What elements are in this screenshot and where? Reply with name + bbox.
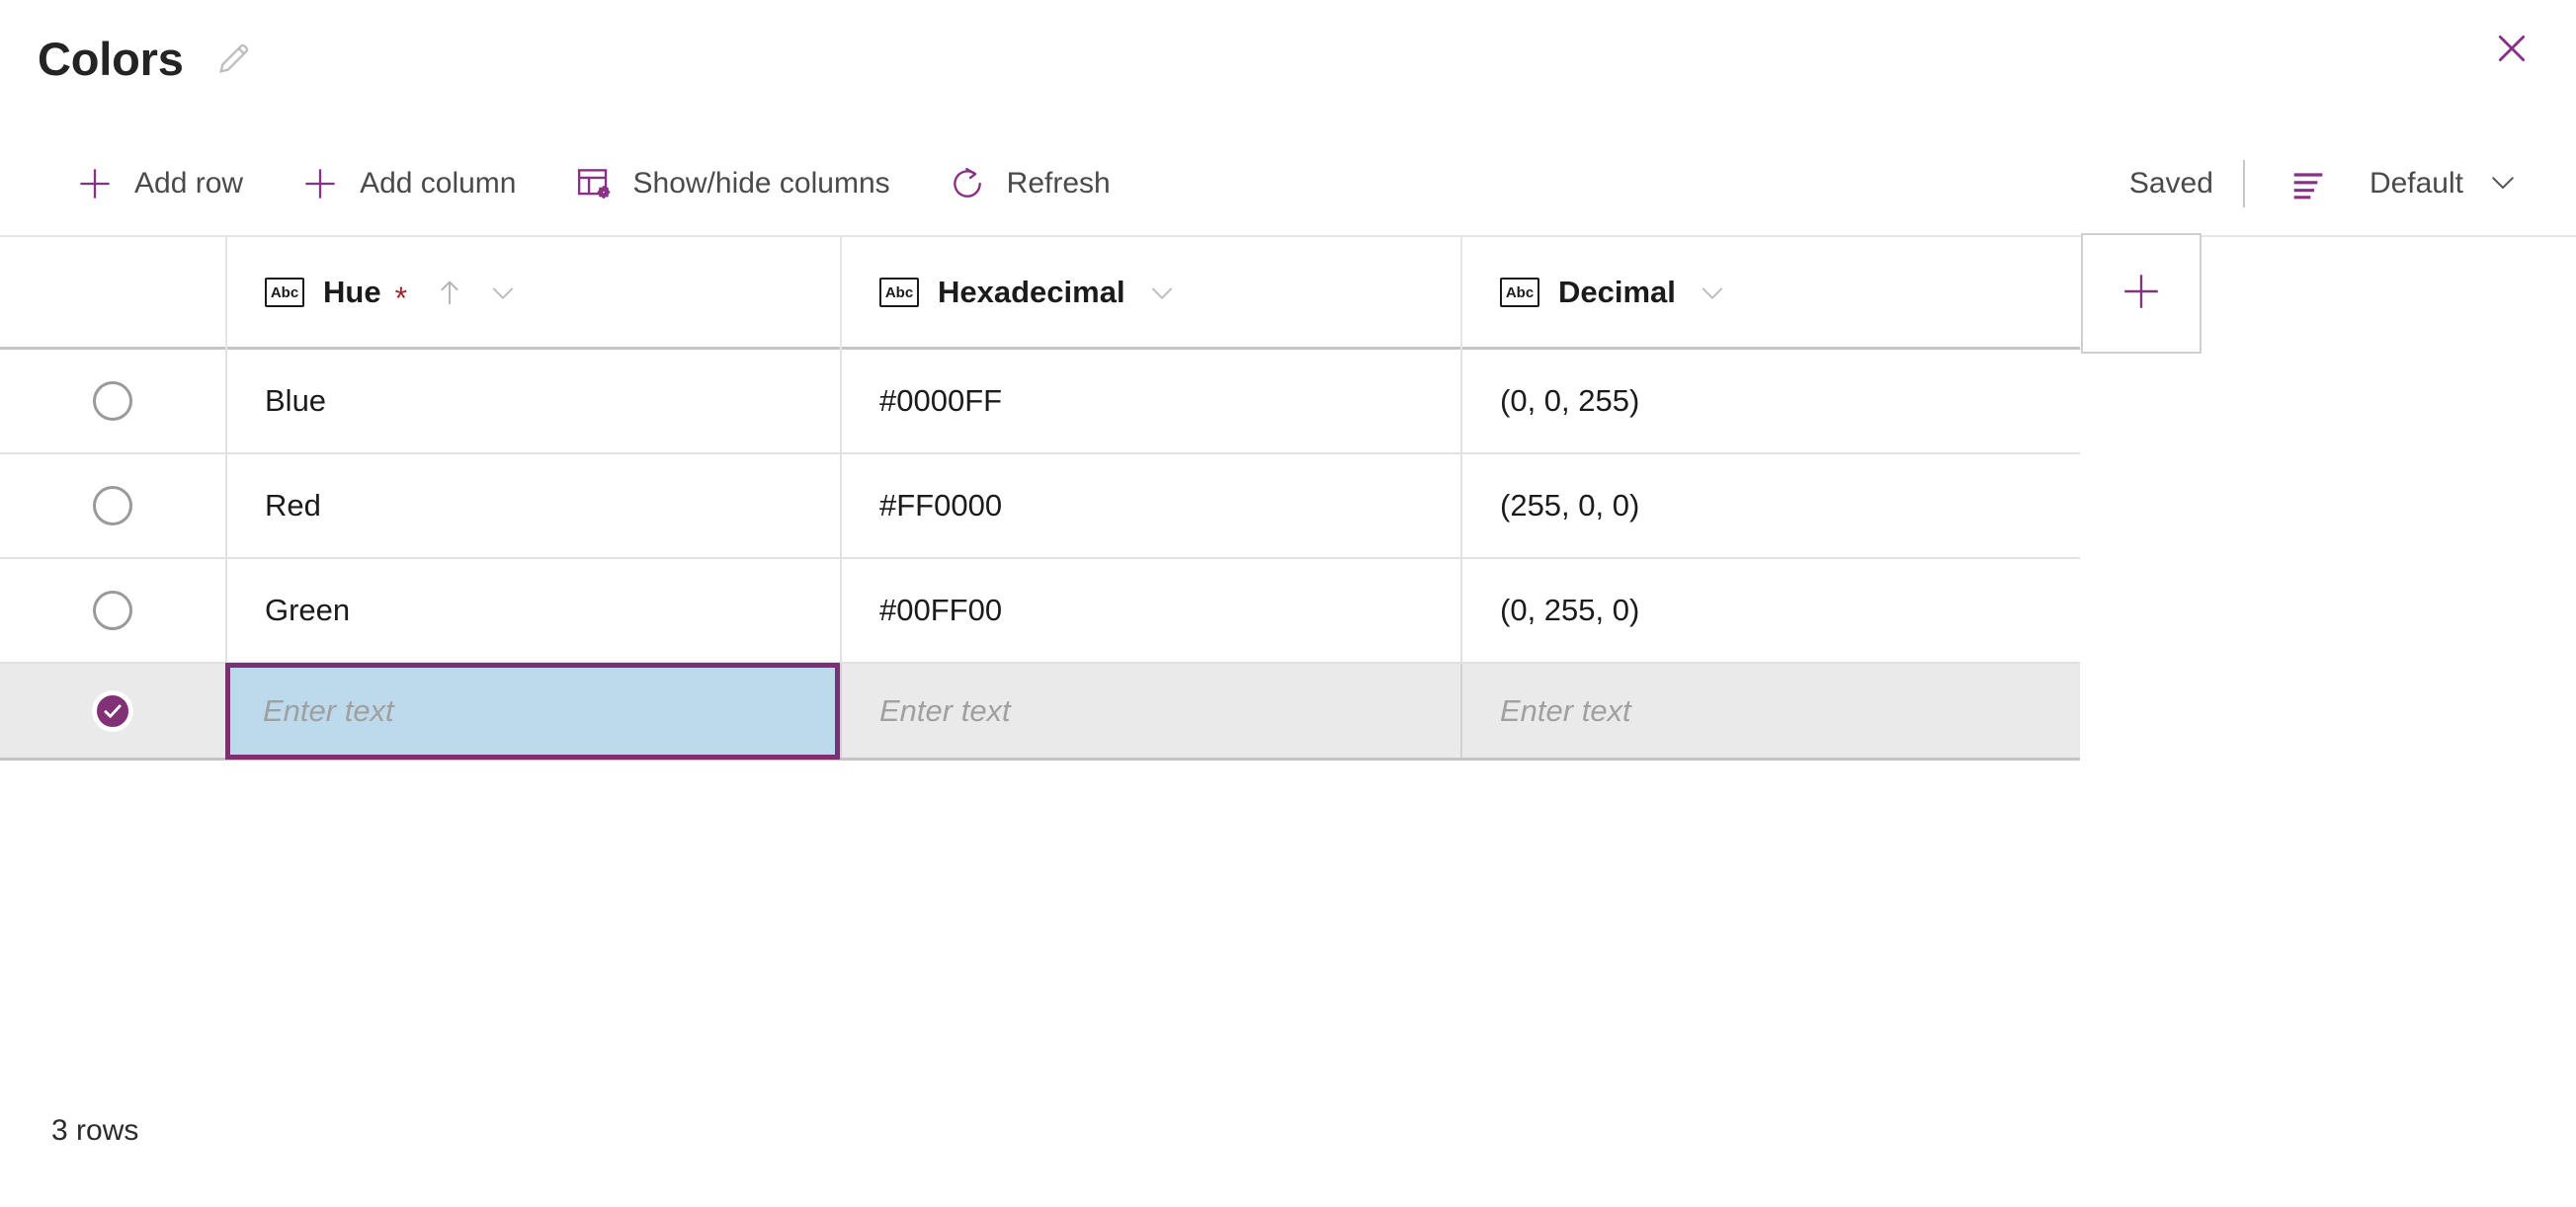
row-count-label: 3 rows (51, 1114, 139, 1147)
page-title: Colors (38, 32, 184, 85)
table-row[interactable]: Red #FF0000 (255, 0, 0) (0, 454, 2080, 559)
cell-hue[interactable]: Blue (225, 350, 840, 452)
list-view-icon (2288, 164, 2328, 203)
add-row-button[interactable]: Add row (57, 150, 261, 217)
show-hide-columns-button[interactable]: Show/hide columns (556, 150, 908, 217)
pencil-icon[interactable] (211, 36, 257, 81)
radio-unchecked-icon (93, 486, 132, 525)
row-select-radio-checked[interactable] (0, 664, 225, 758)
row-select-radio[interactable] (0, 350, 225, 452)
required-marker: * (394, 281, 408, 316)
title-bar: Colors (0, 0, 2576, 117)
view-selector-label: Default (2368, 167, 2463, 200)
row-select-radio[interactable] (0, 454, 225, 557)
table-settings-icon (574, 164, 614, 203)
sort-ascending-icon[interactable] (433, 276, 466, 309)
cell-hexadecimal[interactable]: #FF0000 (840, 454, 1460, 557)
cell-decimal-editor[interactable]: Enter text (1460, 664, 2080, 758)
grid-header-row: Abc Hue * Abc Hexadecimal Abc Decimal (0, 233, 2202, 354)
chevron-down-icon[interactable] (486, 276, 520, 309)
table-editor-app: Colors Add row Add column Show/hide colu… (0, 0, 2576, 1207)
column-header-hue[interactable]: Abc Hue * (225, 235, 840, 350)
add-column-button[interactable]: Add column (283, 150, 534, 217)
decimal-input-placeholder: Enter text (1500, 692, 1631, 728)
add-column-label: Add column (360, 167, 517, 200)
refresh-icon (948, 164, 987, 203)
view-selector-button[interactable]: Default (2275, 150, 2534, 217)
data-grid: Abc Hue * Abc Hexadecimal Abc Decimal Bl… (0, 233, 2576, 761)
refresh-button[interactable]: Refresh (930, 150, 1128, 217)
table-row[interactable]: Blue #0000FF (0, 0, 255) (0, 350, 2080, 454)
save-status-label: Saved (2128, 167, 2213, 200)
cell-hexadecimal[interactable]: #00FF00 (840, 559, 1460, 662)
radio-checked-icon (93, 690, 132, 731)
close-icon[interactable] (2479, 16, 2544, 81)
cell-hue[interactable]: Red (225, 454, 840, 557)
chevron-down-icon[interactable] (1145, 276, 1179, 309)
cell-hue-editor[interactable]: Enter text (225, 662, 840, 760)
hexadecimal-input-placeholder: Enter text (879, 692, 1011, 728)
cell-decimal[interactable]: (0, 255, 0) (1460, 559, 2080, 662)
grid-header-select-column (0, 235, 225, 350)
cell-hexadecimal[interactable]: #0000FF (840, 350, 1460, 452)
add-column-grid-button[interactable] (2081, 233, 2202, 354)
column-header-hexadecimal[interactable]: Abc Hexadecimal (840, 235, 1460, 350)
column-header-label: Decimal (1558, 275, 1676, 309)
column-header-label: Hexadecimal (938, 275, 1125, 309)
cell-hue[interactable]: Green (225, 559, 840, 662)
toolbar-divider (2242, 160, 2245, 207)
refresh-label: Refresh (1006, 167, 1111, 200)
hue-input-placeholder: Enter text (263, 692, 394, 728)
text-type-icon: Abc (1500, 278, 1539, 307)
chevron-down-icon (2485, 164, 2521, 204)
add-row-label: Add row (134, 167, 244, 200)
cell-hexadecimal-editor[interactable]: Enter text (840, 664, 1460, 758)
radio-unchecked-icon (93, 591, 132, 630)
hue-text-input[interactable]: Enter text (225, 662, 840, 760)
column-header-label: Hue (323, 275, 381, 309)
row-select-radio[interactable] (0, 559, 225, 662)
plus-icon (2119, 270, 2163, 318)
command-bar-right-group: Saved Default (2129, 150, 2534, 217)
text-type-icon: Abc (879, 278, 919, 307)
chevron-down-icon[interactable] (1696, 276, 1729, 309)
radio-unchecked-icon (93, 381, 132, 421)
cell-decimal[interactable]: (255, 0, 0) (1460, 454, 2080, 557)
command-bar: Add row Add column Show/hide columns Ref… (0, 138, 2576, 229)
show-hide-columns-label: Show/hide columns (632, 167, 890, 200)
plus-icon (75, 164, 115, 203)
command-bar-left-group: Add row Add column Show/hide columns Ref… (57, 150, 1150, 217)
cell-decimal[interactable]: (0, 0, 255) (1460, 350, 2080, 452)
table-row-new[interactable]: Enter text Enter text Enter text (0, 662, 2080, 761)
column-header-decimal[interactable]: Abc Decimal (1460, 235, 2080, 350)
text-type-icon: Abc (265, 278, 304, 307)
plus-icon (300, 164, 340, 203)
table-row[interactable]: Green #00FF00 (0, 255, 0) (0, 559, 2080, 664)
